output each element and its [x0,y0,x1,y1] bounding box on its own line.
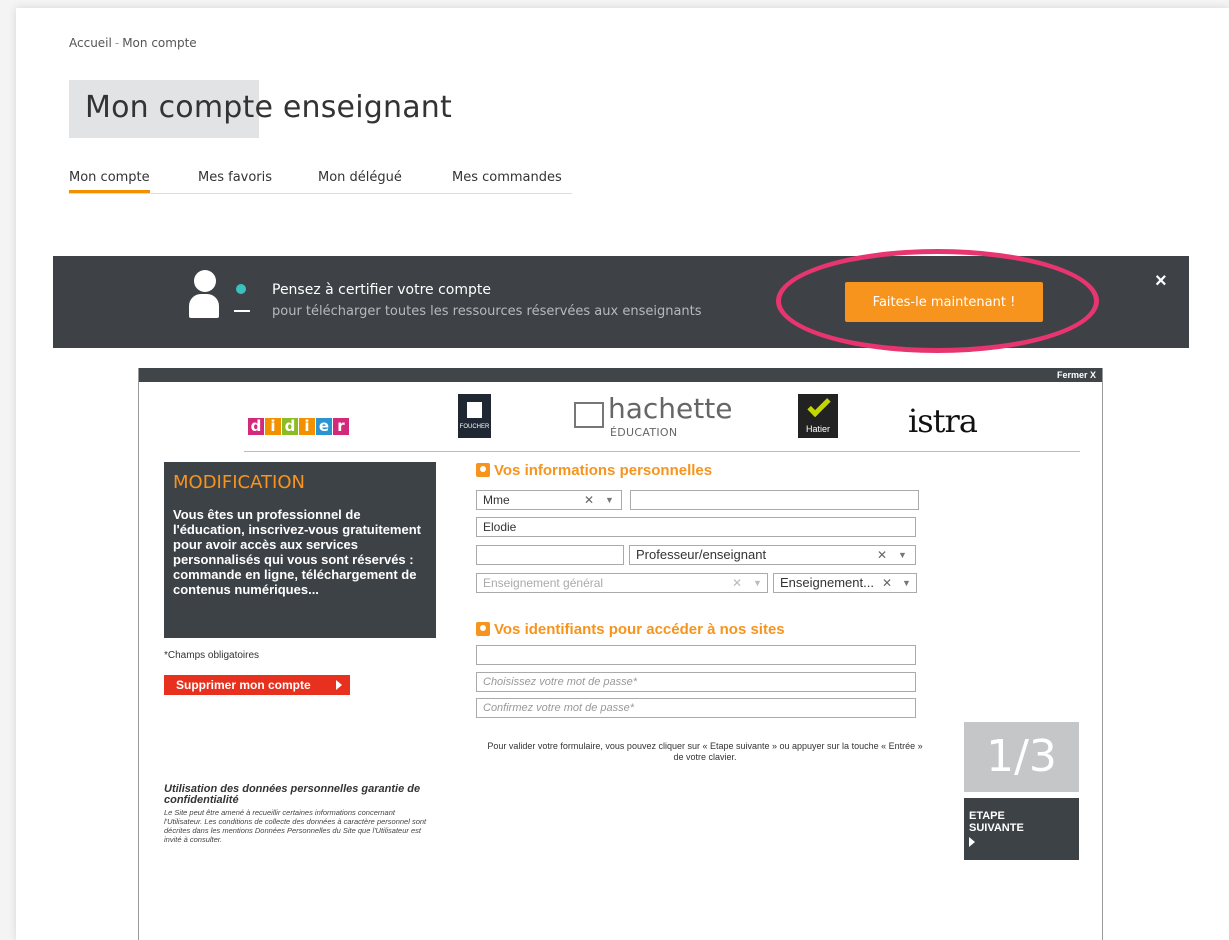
tab-mes-commandes[interactable]: Mes commandes [452,170,562,185]
arrow-right-icon [336,680,342,690]
privacy-title: Utilisation des données personnelles gar… [164,783,421,806]
tab-mon-compte[interactable]: Mon compte [69,170,150,193]
form-hint: Pour valider votre formulaire, vous pouv… [487,741,923,762]
teaching-type-select[interactable]: Enseignement général ✕ ▼ [476,573,768,593]
breadcrumb-current: Mon compte [122,36,197,50]
highlight-ring [776,249,1099,353]
hachette-sub: ÉDUCATION [610,426,678,439]
istra-logo[interactable]: istra [908,402,978,440]
arrow-right-icon [969,837,975,847]
hachette-label: hachette [608,392,733,425]
hachette-logo[interactable]: hachette ÉDUCATION [574,392,733,439]
delete-account-label: Supprimer mon compte [176,678,311,692]
profession-value: Professeur/enseignant [636,547,767,562]
tab-mon-delegue[interactable]: Mon délégué [318,170,402,185]
modification-text: Vous êtes un professionnel de l'éducatio… [173,507,421,597]
privacy-text: Le Site peut être amené à recueillir cer… [164,808,427,844]
account-tabs: Mon compte Mes favoris Mon délégué Mes c… [69,168,572,194]
profession-select[interactable]: Professeur/enseignant ✕ ▼ [629,545,916,565]
hatier-logo[interactable]: Hatier [798,393,838,438]
password-field[interactable]: Choisissez votre mot de passe* [476,672,916,692]
birthdate-field[interactable] [476,545,624,565]
logo-letter: i [265,418,281,435]
didier-logo[interactable]: d i d i e r [248,418,349,435]
next-step-line1: ETAPE [969,810,1005,822]
logo-letter: i [299,418,315,435]
chevron-down-icon[interactable]: ▼ [753,574,762,592]
breadcrumb-separator: - [114,36,120,50]
modification-modal: Fermer X d i d i e r FOUCHER hachette ÉD… [138,368,1103,940]
person-icon [476,463,490,477]
logo-letter: r [333,418,349,435]
modification-panel: MODIFICATION Vous êtes un professionnel … [164,462,436,638]
next-step-line2: SUIVANTE [969,822,1024,834]
chevron-down-icon[interactable]: ▼ [902,574,911,592]
dash-icon [234,310,250,312]
last-name-field[interactable] [630,490,919,510]
modal-close-bar: Fermer X [139,368,1102,382]
breadcrumb: Accueil - Mon compte [69,36,197,50]
user-icon [188,270,220,318]
required-note: *Champs obligatoires [164,650,260,661]
email-field[interactable] [476,645,916,665]
brand-logos: d i d i e r FOUCHER hachette ÉDUCATION H… [244,390,1080,452]
logo-letter: e [316,418,332,435]
banner-title: Pensez à certifier votre compte [272,282,491,298]
banner-subtitle: pour télécharger toutes les ressources r… [272,304,702,319]
logo-letter: d [248,418,264,435]
breadcrumb-home[interactable]: Accueil [69,36,112,50]
teaching-type-placeholder: Enseignement général [483,576,604,590]
foucher-label: FOUCHER [459,424,490,430]
modification-title: MODIFICATION [173,472,305,493]
tab-mes-favoris[interactable]: Mes favoris [198,170,272,185]
confirm-password-field[interactable]: Confirmez votre mot de passe* [476,698,916,718]
credentials-heading: Vos identifiants pour accéder à nos site… [476,621,785,638]
credentials-title: Vos identifiants pour accéder à nos site… [494,621,785,638]
chevron-down-icon[interactable]: ▼ [605,491,614,509]
personal-info-heading: Vos informations personnelles [476,462,712,479]
page-title: Mon compte enseignant [85,90,452,125]
first-name-field[interactable]: Elodie [476,517,916,537]
personal-info-title: Vos informations personnelles [494,462,713,479]
clear-icon[interactable]: ✕ [584,491,594,509]
logo-letter: d [282,418,298,435]
teaching-level-select[interactable]: Enseignement... ✕ ▼ [773,573,917,593]
status-dot-icon [236,284,246,294]
civility-select[interactable]: Mme ✕ ▼ [476,490,622,510]
clear-icon[interactable]: ✕ [732,574,742,592]
teaching-level-value: Enseignement... [780,575,874,590]
chevron-down-icon[interactable]: ▼ [898,546,907,564]
step-indicator: 1/3 [964,722,1079,792]
next-step-button[interactable]: ETAPE SUIVANTE [964,798,1079,860]
check-icon [807,393,831,418]
clear-icon[interactable]: ✕ [877,546,887,564]
foucher-logo[interactable]: FOUCHER [458,394,491,438]
civility-value: Mme [483,493,510,507]
key-icon [476,622,490,636]
hachette-mark-icon [574,402,604,428]
clear-icon[interactable]: ✕ [882,574,892,592]
hatier-label: Hatier [805,424,830,434]
close-icon[interactable]: × [1155,270,1167,293]
modal-close-button[interactable]: Fermer X [1057,370,1096,380]
delete-account-button[interactable]: Supprimer mon compte [164,675,350,695]
